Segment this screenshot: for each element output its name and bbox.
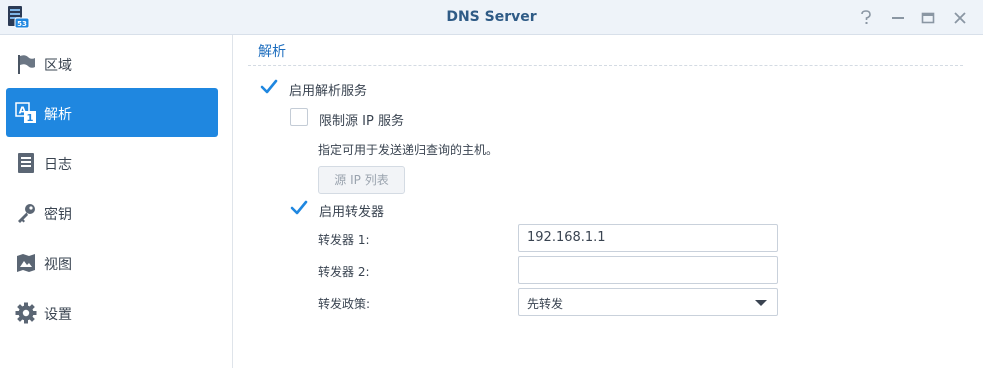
forwarder2-input[interactable] xyxy=(518,256,778,284)
key-icon xyxy=(18,204,35,223)
forward-policy-select[interactable]: 先转发 xyxy=(518,288,778,316)
checkmark-icon xyxy=(260,79,278,94)
enable-resolution-label: 启用解析服务 xyxy=(289,84,368,99)
sidebar-item-key[interactable]: 密钥 xyxy=(6,188,218,237)
section-divider xyxy=(248,65,963,66)
source-ip-list-button[interactable]: 源 IP 列表 xyxy=(318,166,405,194)
sidebar-item-label: 解析 xyxy=(44,107,72,123)
sidebar-item-log[interactable]: 日志 xyxy=(6,138,218,187)
sidebar-item-resolution[interactable]: A 1 解析 xyxy=(6,88,218,137)
sidebar-item-zones[interactable]: 区域 xyxy=(6,39,218,88)
gear-icon xyxy=(15,302,37,324)
enable-forwarder-label: 启用转发器 xyxy=(319,205,385,220)
view-icon xyxy=(17,254,35,272)
sidebar-item-view[interactable]: 视图 xyxy=(6,238,218,287)
limit-source-ip-label: 限制源 IP 服务 xyxy=(319,114,404,129)
maximize-icon[interactable] xyxy=(920,10,936,26)
minimize-icon[interactable] xyxy=(890,10,906,26)
sidebar-item-label: 区域 xyxy=(44,58,72,74)
sidebar-item-label: 视图 xyxy=(44,257,72,273)
forwarder1-input[interactable]: 192.168.1.1 xyxy=(518,224,778,252)
title-bar: 53 DNS Server xyxy=(0,0,983,35)
enable-forwarder-checkbox[interactable]: 启用转发器 xyxy=(290,199,490,220)
checkbox-box xyxy=(290,108,308,126)
sidebar-item-settings[interactable]: 设置 xyxy=(6,288,218,337)
help-icon[interactable] xyxy=(858,10,874,26)
flag-icon xyxy=(18,55,35,74)
forwarder2-label: 转发器 2: xyxy=(318,265,370,279)
limit-source-ip-checkbox[interactable]: 限制源 IP 服务 xyxy=(290,108,490,129)
sidebar: 区域 A 1 解析 日志 密钥 视图 设置 xyxy=(0,35,233,368)
sidebar-item-label: 设置 xyxy=(44,307,72,323)
enable-resolution-checkbox[interactable]: 启用解析服务 xyxy=(260,78,460,99)
section-title: 解析 xyxy=(258,44,286,60)
close-icon[interactable] xyxy=(952,10,968,26)
forward-policy-label: 转发政策: xyxy=(318,297,371,311)
svg-text:1: 1 xyxy=(27,113,34,124)
chevron-down-icon xyxy=(755,300,767,306)
window-title: DNS Server xyxy=(446,9,537,25)
forward-policy-value: 先转发 xyxy=(527,297,564,311)
source-ip-hint: 指定可用于发送递归查询的主机。 xyxy=(318,143,499,157)
log-icon xyxy=(18,153,34,173)
checkmark-icon xyxy=(290,200,308,215)
resolution-icon: A 1 xyxy=(15,102,36,124)
sidebar-item-label: 密钥 xyxy=(44,207,72,223)
forwarder1-label: 转发器 1: xyxy=(318,233,370,247)
sidebar-item-label: 日志 xyxy=(44,157,72,173)
